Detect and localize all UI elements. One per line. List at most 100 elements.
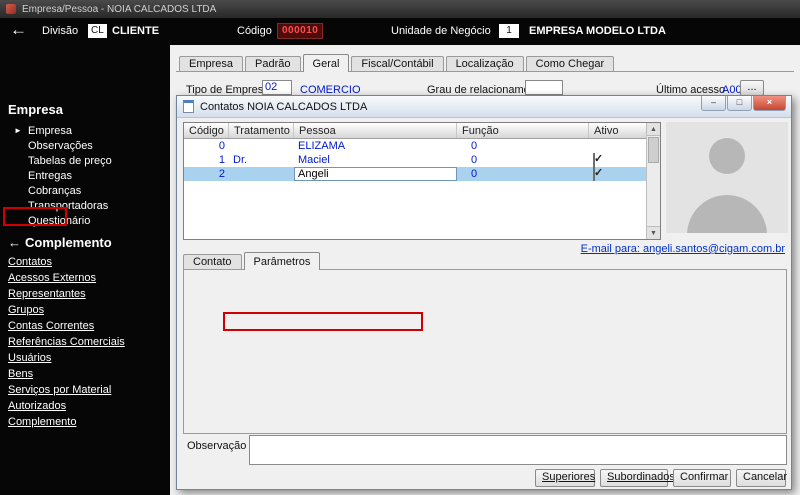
superiores-button[interactable]: Superiores <box>535 469 595 487</box>
cell-tratamento <box>229 167 294 181</box>
col-header-tratamento[interactable]: Tratamento <box>229 123 294 138</box>
cell-pessoa: ELIZAMA <box>298 140 346 152</box>
table-header-row: Código Tratamento Pessoa Função Ativo <box>184 123 660 139</box>
sidebar-item-complemento[interactable]: Complemento <box>8 416 76 428</box>
main-tabs: Empresa Padrão Geral Fiscal/Contábil Loc… <box>179 54 616 72</box>
sidebar-section-complemento-title: ← Complemento <box>8 235 112 250</box>
scroll-up-icon[interactable]: ▲ <box>647 123 660 136</box>
contact-photo-placeholder <box>666 122 788 233</box>
sidebar-item-bens[interactable]: Bens <box>8 368 33 380</box>
scrollbar-thumb[interactable] <box>648 137 659 163</box>
scroll-down-icon[interactable]: ▼ <box>647 226 660 239</box>
table-scrollbar[interactable]: ▲ ▼ <box>646 123 660 239</box>
cell-funcao: 0 <box>471 168 478 180</box>
tab-como-chegar[interactable]: Como Chegar <box>525 56 615 71</box>
sidebar-item-contatos[interactable]: Contatos <box>8 256 52 268</box>
tab-strip-line <box>176 71 794 72</box>
sidebar-item-acessos-externos[interactable]: Acessos Externos <box>8 272 96 284</box>
sidebar-item-servicos-por-material[interactable]: Serviços por Material <box>8 384 111 396</box>
sidebar-item-tabelas-de-preco[interactable]: Tabelas de preço <box>28 155 112 167</box>
back-button[interactable]: ← <box>10 20 27 40</box>
sidebar-item-representantes[interactable]: Representantes <box>8 288 86 300</box>
cell-pessoa: Maciel <box>298 154 330 166</box>
tab-empresa[interactable]: Empresa <box>179 56 244 71</box>
minimize-button[interactable]: – <box>701 96 726 111</box>
tab-fiscal-contabil[interactable]: Fiscal/Contábil <box>351 56 444 71</box>
sidebar-item-label: Observações <box>28 140 93 152</box>
codigo-field[interactable]: 000010 <box>277 23 324 39</box>
ativo-checkbox[interactable] <box>593 153 595 167</box>
tab-geral[interactable]: Geral <box>302 54 350 72</box>
app-icon <box>6 4 16 14</box>
col-header-ativo[interactable]: Ativo <box>589 123 646 138</box>
section-title-label: Complemento <box>25 235 112 250</box>
observacao-label: Observação <box>187 440 247 452</box>
divisao-label: Divisão <box>42 25 79 37</box>
sidebar-item-label: Cobranças <box>28 185 82 197</box>
sidebar-item-transportadoras[interactable]: Transportadoras <box>28 200 108 212</box>
cell-codigo: 2 <box>218 168 225 180</box>
cancelar-button[interactable]: Cancelar <box>736 469 787 487</box>
window-title: Empresa/Pessoa - NOIA CALCADOS LTDA <box>22 3 217 15</box>
cell-funcao: 0 <box>471 140 478 152</box>
sidebar-item-referencias-comerciais[interactable]: Referências Comerciais <box>8 336 125 348</box>
sidebar-item-label: Empresa <box>28 125 73 137</box>
observacao-textarea[interactable] <box>249 435 787 465</box>
ativo-checkbox[interactable] <box>593 167 595 181</box>
contacts-table: Código Tratamento Pessoa Função Ativo 0 … <box>183 122 661 240</box>
sidebar-item-usuarios[interactable]: Usuários <box>8 352 51 364</box>
sidebar-item-observacoes[interactable]: Observações <box>28 140 93 152</box>
sidebar-item-label: Questionário <box>28 215 91 227</box>
close-button[interactable]: × <box>753 96 786 111</box>
tab-localizacao[interactable]: Localização <box>445 56 524 71</box>
divisao-value: CLIENTE <box>112 25 160 37</box>
sidebar-item-label: Entregas <box>28 170 73 182</box>
maximize-button[interactable]: □ <box>727 96 752 111</box>
cell-ativo <box>589 139 646 153</box>
divisao-code-field[interactable]: CL <box>88 24 107 38</box>
tipo-empresa-code-input[interactable]: 02 <box>262 80 292 95</box>
confirmar-button[interactable]: Confirmar <box>673 469 731 487</box>
cell-tratamento <box>229 139 294 153</box>
sidebar: Empresa ► Empresa Observações Tabelas de… <box>0 45 170 495</box>
table-row[interactable]: 1 Dr. Maciel 0 <box>184 153 660 167</box>
app-window: Empresa/Pessoa - NOIA CALCADOS LTDA ← Di… <box>0 0 800 495</box>
contatos-dialog: Contatos NOIA CALCADOS LTDA – □ × Código… <box>176 95 792 490</box>
section-back-arrow-icon: ← <box>8 235 21 250</box>
unidade-label: Unidade de Negócio <box>391 25 491 37</box>
cell-funcao: 0 <box>471 154 478 166</box>
col-header-funcao[interactable]: Função <box>457 123 589 138</box>
cell-ativo <box>589 153 646 167</box>
dialog-icon <box>183 100 194 113</box>
sidebar-item-label: Transportadoras <box>28 200 109 212</box>
table-row[interactable]: 0 ELIZAMA 0 <box>184 139 660 153</box>
dialog-title: Contatos NOIA CALCADOS LTDA <box>200 100 368 113</box>
unidade-code-field[interactable]: 1 <box>499 24 519 38</box>
ultimo-acesso-browse-button[interactable]: ... <box>740 80 764 96</box>
dialog-titlebar[interactable]: Contatos NOIA CALCADOS LTDA <box>177 96 791 118</box>
window-titlebar[interactable]: Empresa/Pessoa - NOIA CALCADOS LTDA <box>0 0 800 18</box>
cell-ativo <box>589 167 646 181</box>
email-link[interactable]: E-mail para: angeli.santos@cigam.com.br <box>581 243 785 255</box>
sidebar-item-cobrancas[interactable]: Cobranças <box>28 185 81 197</box>
sidebar-item-autorizados[interactable]: Autorizados <box>8 400 66 412</box>
sidebar-item-empresa[interactable]: ► Empresa <box>14 125 73 137</box>
subordinados-button[interactable]: Subordinados <box>600 469 675 487</box>
tab-padrao[interactable]: Padrão <box>245 56 301 71</box>
unidade-value: EMPRESA MODELO LTDA <box>529 25 666 37</box>
grau-relacionamento-input[interactable] <box>525 80 563 95</box>
sidebar-item-entregas[interactable]: Entregas <box>28 170 72 182</box>
sidebar-item-questionario[interactable]: Questionário <box>28 215 90 227</box>
dialog-window-controls: – □ × <box>700 96 786 111</box>
sidebar-item-grupos[interactable]: Grupos <box>8 304 44 316</box>
sidebar-section-empresa-title: Empresa <box>8 102 63 117</box>
header-bar: ← Divisão CL CLIENTE Código 000010 Unida… <box>0 18 800 45</box>
tab-parametros[interactable]: Parâmetros <box>243 252 321 270</box>
table-row-selected[interactable]: 2 Angeli 0 <box>184 167 660 181</box>
silhouette-body <box>687 195 767 233</box>
cell-tratamento: Dr. <box>233 154 248 166</box>
sidebar-item-contas-correntes[interactable]: Contas Correntes <box>8 320 94 332</box>
tab-contato[interactable]: Contato <box>183 254 242 269</box>
col-header-pessoa[interactable]: Pessoa <box>294 123 457 138</box>
col-header-codigo[interactable]: Código <box>184 123 229 138</box>
